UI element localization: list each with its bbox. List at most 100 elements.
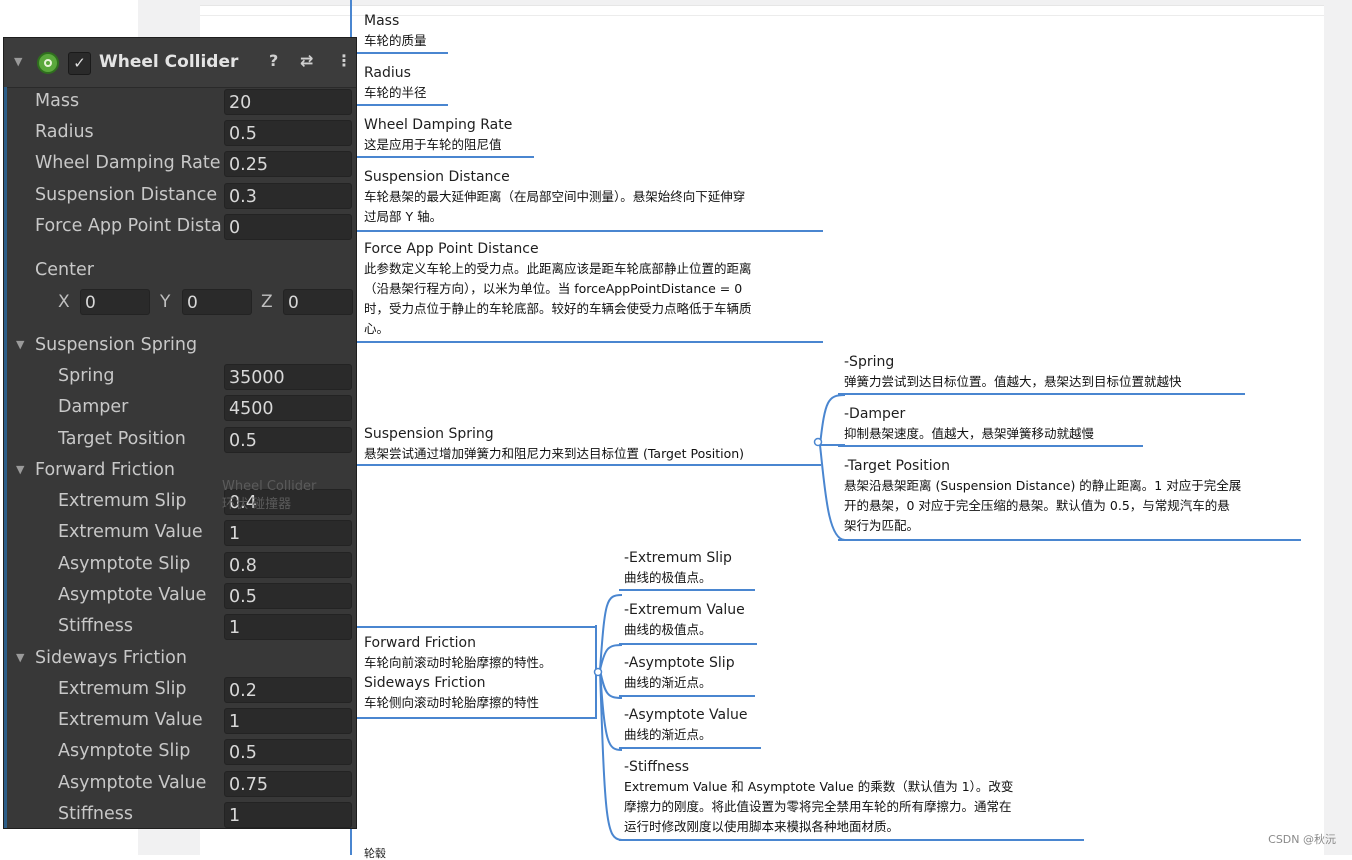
sf-extremum-slip-input[interactable]: 0.2 — [224, 677, 352, 703]
ff-extremum-value-input[interactable]: 1 — [224, 520, 352, 546]
sf-extremum-value-input[interactable]: 1 — [224, 708, 352, 734]
node-extremum-value: -Extremum Value 曲线的极值点。 — [624, 600, 745, 640]
field-sf-stiffness: Stiffness 1 — [4, 801, 356, 829]
field-radius: Radius 0.5 — [4, 119, 356, 147]
wheel-collider-inspector: ▼ ✓ Wheel Collider ? ⇄ ⋮ Mass 20 Radius … — [3, 37, 357, 829]
node-damper: -Damper 抑制悬架速度。值越大，悬架弹簧移动就越慢 — [844, 404, 1094, 444]
node-desc: 时，受力点位于静止的车轮底部。较好的车辆会使受力点略低于车辆质 — [364, 301, 752, 316]
node-underline — [838, 445, 1143, 447]
node-underline — [838, 393, 1245, 395]
node-suspension-spring[interactable]: Suspension Spring 悬架尝试通过增加弹簧力和阻尼力来到达目标位置… — [364, 424, 744, 464]
node-desc: 开的悬架，0 对应于完全压缩的悬架。默认值为 0.5，与常规汽车的悬 — [844, 498, 1230, 513]
foldout-label: Suspension Spring — [35, 335, 198, 355]
foldout-arrow-icon[interactable]: ▼ — [14, 55, 22, 68]
node-desc: 此参数定义车轮上的受力点。此距离应该是距车轮底部静止位置的距离 — [364, 261, 752, 276]
field-label: Center — [35, 260, 94, 280]
spring-input[interactable]: 35000 — [224, 364, 352, 390]
node-title: 轮毂 — [364, 847, 386, 860]
node-title: -Stiffness — [624, 759, 690, 775]
node-underline — [351, 341, 823, 343]
node-desc: 车轮向前滚动时轮胎摩擦的特性。 — [364, 655, 552, 670]
damper-input[interactable]: 4500 — [224, 395, 352, 421]
ff-stiffness-input[interactable]: 1 — [224, 614, 352, 640]
foldout-sideways-friction[interactable]: ▼ Sideways Friction — [4, 645, 356, 673]
field-sf-asymptote-slip: Asymptote Slip 0.5 — [4, 738, 356, 766]
sf-stiffness-input[interactable]: 1 — [224, 802, 352, 828]
node-friction[interactable]: Forward Friction 车轮向前滚动时轮胎摩擦的特性。 Sideway… — [364, 633, 552, 713]
node-underline — [619, 839, 1084, 841]
sf-asymptote-value-input[interactable]: 0.75 — [224, 771, 352, 797]
radius-input[interactable]: 0.5 — [224, 120, 352, 146]
center-y-input[interactable]: 0 — [182, 289, 252, 315]
node-underline — [351, 156, 534, 158]
center-vector: X 0 Y 0 Z 0 — [4, 288, 356, 316]
wheel-collider-icon — [37, 52, 59, 74]
field-label: Damper — [58, 397, 129, 417]
node-damping: Wheel Damping Rate 这是应用于车轮的阻尼值 — [364, 115, 512, 155]
field-wheel-damping-rate: Wheel Damping Rate 0.25 — [4, 150, 356, 178]
node-title: Force App Point Distance — [364, 241, 539, 257]
node-title: Forward Friction — [364, 635, 476, 651]
ghost-line: Wheel Collider — [222, 479, 317, 494]
ff-asymptote-slip-input[interactable]: 0.8 — [224, 552, 352, 578]
node-title: Suspension Distance — [364, 169, 510, 185]
enabled-checkbox[interactable]: ✓ — [68, 52, 91, 75]
node-desc: 抑制悬架速度。值越大，悬架弹簧移动就越慢 — [844, 426, 1095, 441]
node-title: -Extremum Value — [624, 602, 745, 618]
node-title: Sideways Friction — [364, 675, 486, 691]
foldout-arrow-icon[interactable]: ▼ — [16, 651, 24, 664]
ghost-line: 环状 碰撞器 — [222, 497, 292, 512]
node-asymptote-value: -Asymptote Value 曲线的渐近点。 — [624, 705, 747, 745]
foldout-suspension-spring[interactable]: ▼ Suspension Spring — [4, 332, 356, 360]
foldout-arrow-icon[interactable]: ▼ — [16, 338, 24, 351]
node-desc: 悬架尝试通过增加弹簧力和阻尼力来到达目标位置 (Target Position) — [364, 446, 745, 461]
node-desc: 过局部 Y 轴。 — [364, 209, 443, 224]
node-desc: 心。 — [364, 321, 390, 336]
field-label: Target Position — [58, 429, 186, 449]
field-label: Force App Point Distance — [35, 216, 223, 236]
field-label: Stiffness — [58, 616, 133, 636]
node-underline — [619, 589, 755, 591]
node-target-position: -Target Position 悬架沿悬架距离 (Suspension Dis… — [844, 456, 1241, 536]
mass-input[interactable]: 20 — [224, 89, 352, 115]
node-title: -Spring — [844, 354, 895, 370]
node-title: -Asymptote Slip — [624, 655, 735, 671]
force-app-point-input[interactable]: 0 — [224, 214, 352, 240]
node-desc: 运行时修改刚度以使用脚本来模拟各种地面材质。 — [624, 819, 900, 834]
ff-asymptote-value-input[interactable]: 0.5 — [224, 583, 352, 609]
node-title: -Target Position — [844, 458, 951, 474]
field-label: Extremum Value — [58, 522, 203, 542]
ghost-text: Wheel Collider 环状 碰撞器 — [222, 478, 316, 514]
y-label: Y — [160, 292, 171, 312]
node-desc: Extremum Value 和 Asymptote Value 的乘数（默认值… — [624, 779, 1014, 794]
foldout-arrow-icon[interactable]: ▼ — [16, 463, 24, 476]
node-underline — [351, 52, 448, 54]
sf-asymptote-slip-input[interactable]: 0.5 — [224, 739, 352, 765]
field-ff-asymptote-value: Asymptote Value 0.5 — [4, 582, 356, 610]
node-desc: 这是应用于车轮的阻尼值 — [364, 137, 502, 152]
node-mass: Mass 车轮的质量 — [364, 11, 427, 51]
center-z-input[interactable]: 0 — [283, 289, 353, 315]
field-sf-asymptote-value: Asymptote Value 0.75 — [4, 770, 356, 798]
node-desc: 车轮的质量 — [364, 33, 427, 48]
field-label: Extremum Value — [58, 710, 203, 730]
node-title: -Extremum Slip — [624, 550, 732, 566]
preset-icon[interactable]: ⇄ — [300, 51, 313, 70]
more-vert-icon[interactable]: ⋮ — [336, 51, 352, 70]
node-underline — [351, 230, 823, 232]
field-ff-asymptote-slip: Asymptote Slip 0.8 — [4, 551, 356, 579]
node-title: Mass — [364, 13, 400, 29]
component-header[interactable]: ▼ ✓ Wheel Collider ? ⇄ ⋮ — [4, 38, 356, 88]
field-sf-extremum-slip: Extremum Slip 0.2 — [4, 676, 356, 704]
node-underline — [619, 695, 755, 697]
node-desc: 曲线的极值点。 — [624, 622, 712, 637]
suspension-distance-input[interactable]: 0.3 — [224, 183, 352, 209]
node-desc: 车轮侧向滚动时轮胎摩擦的特性 — [364, 695, 540, 710]
node-underline — [619, 643, 757, 645]
center-x-input[interactable]: 0 — [80, 289, 150, 315]
node-extremum-slip: -Extremum Slip 曲线的极值点。 — [624, 548, 732, 588]
help-icon[interactable]: ? — [269, 51, 278, 70]
node-force-app: Force App Point Distance 此参数定义车轮上的受力点。此距… — [364, 239, 752, 339]
target-position-input[interactable]: 0.5 — [224, 427, 352, 453]
damping-rate-input[interactable]: 0.25 — [224, 151, 352, 177]
